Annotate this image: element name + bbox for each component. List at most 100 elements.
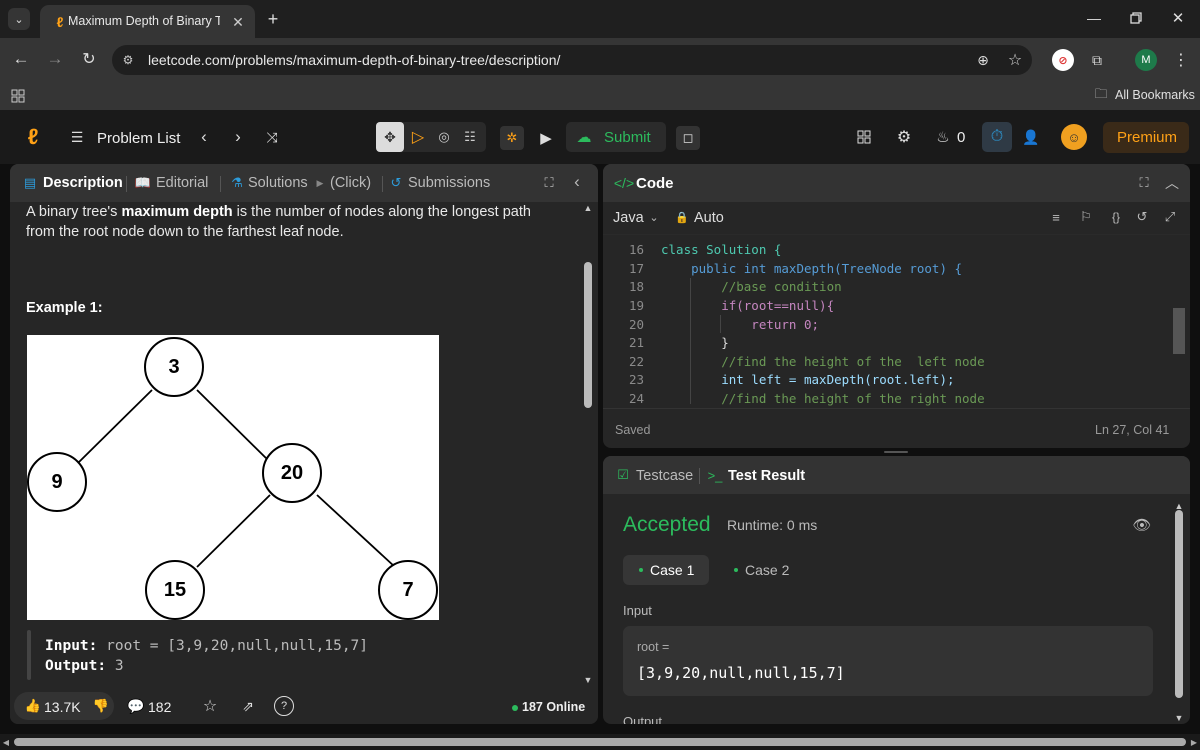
output-value: 3	[114, 658, 124, 674]
comment-count[interactable]: 182	[148, 699, 171, 715]
premium-button[interactable]: Premium	[1103, 122, 1189, 153]
submit-button[interactable]: ☁ Submit	[566, 122, 666, 152]
scroll-down-icon[interactable]: ▼	[582, 674, 594, 686]
debug-icon[interactable]: ✲	[500, 126, 524, 150]
code-line[interactable]: int left = maxDepth(root.left);	[661, 372, 954, 387]
prev-problem-icon[interactable]: ‹	[193, 126, 215, 148]
next-problem-icon[interactable]: ›	[227, 126, 249, 148]
lock-icon: 🔒	[675, 211, 689, 224]
add-friend-icon[interactable]: 👤	[1020, 126, 1042, 148]
scroll-right-icon[interactable]: ▶	[1188, 736, 1200, 748]
tab-testcase[interactable]: Testcase	[636, 468, 693, 484]
restore-icon[interactable]	[1124, 6, 1148, 30]
user-avatar[interactable]: ☺	[1061, 124, 1087, 150]
layout-icon[interactable]	[853, 126, 875, 148]
url-text[interactable]: leetcode.com/problems/maximum-depth-of-b…	[148, 52, 560, 68]
leetcode-logo[interactable]: ℓ	[22, 124, 44, 149]
fullscreen-icon[interactable]: ⤢	[1161, 208, 1179, 226]
tab-editorial[interactable]: Editorial	[156, 175, 208, 191]
result-tab-bar: ☑ Testcase >_ Test Result	[603, 456, 1190, 494]
browser-tab[interactable]: ℓ Maximum Depth of Binary Tree ✕	[40, 5, 255, 38]
play-outline-icon[interactable]: ▷	[406, 125, 430, 149]
code-line[interactable]: return 0;	[661, 317, 819, 332]
panel-resize-handle[interactable]	[884, 451, 908, 453]
comment-icon[interactable]: 💬	[126, 696, 146, 716]
checkbox-icon: ☑	[617, 467, 629, 482]
bookmark-icon[interactable]: ⚐	[1077, 208, 1095, 226]
eye-icon[interactable]: 👁	[1131, 514, 1153, 536]
case-2-tab[interactable]: Case 2	[723, 555, 803, 585]
bookmark-star-icon[interactable]: ☆	[1004, 49, 1026, 71]
auto-mode[interactable]: Auto	[694, 210, 724, 226]
minimize-icon[interactable]: —	[1082, 6, 1106, 30]
problem-list-link[interactable]: Problem List	[97, 130, 180, 147]
new-tab-icon[interactable]: +	[262, 8, 284, 30]
code-line[interactable]: //find the height of the left node	[661, 354, 984, 369]
code-line[interactable]: //base condition	[661, 279, 841, 294]
favorite-star-icon[interactable]: ☆	[200, 696, 220, 716]
move-icon[interactable]: ✥	[376, 122, 404, 152]
example-block	[27, 630, 31, 680]
editor-scrollbar-thumb[interactable]	[1173, 308, 1185, 354]
code-line[interactable]: public int maxDepth(TreeNode root) {	[661, 261, 962, 276]
history-icon: ↺	[390, 175, 402, 190]
code-line[interactable]: }	[661, 335, 729, 350]
shuffle-icon[interactable]: ⤨	[261, 126, 283, 148]
scroll-down-icon[interactable]: ▼	[1173, 712, 1185, 724]
like-button[interactable]: 👍 13.7K 👎	[14, 692, 114, 720]
close-window-icon[interactable]: ✕	[1166, 6, 1190, 30]
omnibox[interactable]: ⚙ leetcode.com/problems/maximum-depth-of…	[112, 45, 1032, 75]
share-icon[interactable]: ⇗	[238, 696, 258, 716]
problem-list-icon[interactable]: ☰	[68, 128, 86, 146]
click-hint[interactable]: (Click)	[330, 175, 371, 191]
language-select[interactable]: Java	[613, 210, 644, 226]
scroll-up-icon[interactable]: ▲	[582, 202, 594, 214]
help-icon[interactable]: ?	[274, 696, 294, 716]
code-line[interactable]: //find the height of the right node	[661, 391, 984, 406]
tab-description[interactable]: Description	[43, 175, 123, 191]
braces-icon[interactable]: {}	[1105, 208, 1127, 226]
reload-icon[interactable]: ↻	[76, 46, 102, 72]
notes-icon[interactable]: ◻	[676, 126, 700, 150]
tab-test-result[interactable]: Test Result	[728, 468, 805, 484]
tab-solutions[interactable]: Solutions	[248, 175, 308, 191]
code-line[interactable]: class Solution {	[661, 242, 781, 257]
run-icon[interactable]: ▶	[534, 126, 558, 150]
chrome-menu-icon[interactable]: ⋮	[1170, 49, 1192, 71]
extensions-puzzle-icon[interactable]: ⧉	[1086, 49, 1108, 71]
result-scrollbar-thumb[interactable]	[1175, 510, 1183, 698]
expand-icon[interactable]: ⛶	[540, 174, 558, 192]
case-1-tab[interactable]: Case 1	[623, 555, 709, 585]
thumbs-down-icon[interactable]: 👎	[92, 697, 110, 715]
line-number: 16	[628, 242, 644, 257]
terminal-icon: >_	[707, 467, 723, 483]
maximize-icon[interactable]: ⛶	[1135, 174, 1153, 192]
settings-icon[interactable]: ⚙	[893, 126, 915, 148]
hide-icon[interactable]: ◎	[432, 125, 456, 149]
code-line[interactable]: if(root==null){	[661, 298, 834, 313]
back-icon[interactable]: ←	[8, 46, 34, 72]
scroll-left-icon[interactable]: ◀	[0, 736, 12, 748]
collapse-up-icon[interactable]: ︿	[1163, 174, 1181, 192]
all-bookmarks[interactable]: All Bookmarks	[1115, 88, 1195, 102]
apps-grid-icon[interactable]	[8, 86, 28, 106]
site-info-icon[interactable]: ⚙	[118, 50, 138, 70]
sliders-icon[interactable]: ☷	[458, 125, 482, 149]
reset-icon[interactable]: ↺	[1133, 208, 1151, 226]
zoom-icon[interactable]: ⊕	[972, 49, 994, 71]
horizontal-scrollbar-thumb[interactable]	[14, 738, 1186, 746]
close-tab-icon[interactable]: ✕	[228, 12, 248, 32]
tab-search-icon[interactable]: ⌄	[8, 8, 30, 30]
format-icon[interactable]: ≡	[1047, 208, 1065, 226]
description-scrollbar-thumb[interactable]	[584, 262, 592, 408]
collapse-left-icon[interactable]: ‹	[568, 172, 586, 191]
forward-icon[interactable]: →	[42, 46, 68, 72]
streak-fire-icon[interactable]: ♨	[933, 126, 953, 148]
timer-icon[interactable]: ⏱	[982, 122, 1012, 152]
profile-avatar[interactable]: M	[1135, 49, 1157, 71]
input-label: Input:	[45, 638, 98, 654]
chevron-down-icon[interactable]: ⌄	[647, 208, 661, 226]
extension-icon[interactable]: ⊘	[1052, 49, 1074, 71]
tab-submissions[interactable]: Submissions	[408, 175, 490, 191]
example-output: Output: 3	[45, 658, 124, 674]
